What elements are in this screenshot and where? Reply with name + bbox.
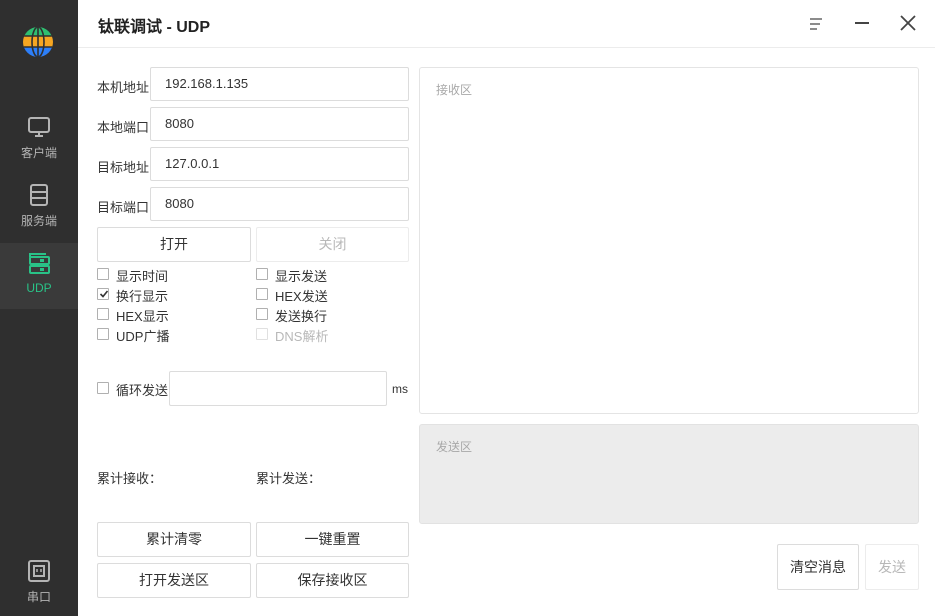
target-address-label: 目标地址 xyxy=(97,160,150,175)
received-count-label: 累计接收： xyxy=(97,471,163,486)
checkbox-label: 发送换行 xyxy=(275,309,328,324)
save-receive-area-button[interactable]: 保存接收区 xyxy=(256,563,409,598)
monitor-icon xyxy=(28,117,50,137)
sent-count-label: 累计发送： xyxy=(256,471,322,486)
checkbox-box xyxy=(97,382,109,394)
checkbox-label: 循环发送 xyxy=(116,383,169,398)
checkbox-box xyxy=(256,288,268,300)
send-button[interactable]: 发送 xyxy=(865,544,919,590)
sidebar-item-server[interactable]: 服务端 xyxy=(0,182,78,248)
globe-logo-icon xyxy=(23,27,53,57)
checkmark-icon xyxy=(99,290,109,298)
one-key-reset-button[interactable]: 一键重置 xyxy=(256,522,409,557)
checkbox-label: UDP广播 xyxy=(116,329,170,344)
close-button[interactable]: 关闭 xyxy=(256,227,409,262)
udp-broadcast-checkbox[interactable]: UDP广播 xyxy=(97,326,237,344)
close-icon[interactable] xyxy=(896,12,920,36)
local-port-label: 本地端口 xyxy=(97,120,150,135)
checkbox-box xyxy=(97,268,109,280)
show-sent-checkbox[interactable]: 显示发送 xyxy=(256,266,396,284)
checkbox-box xyxy=(97,288,109,300)
sidebar-item-label: UDP xyxy=(26,281,52,295)
open-button[interactable]: 打开 xyxy=(97,227,251,262)
checkbox-box xyxy=(256,308,268,320)
checkbox-box xyxy=(256,268,268,280)
show-time-checkbox[interactable]: 显示时间 xyxy=(97,266,237,284)
local-port-input[interactable]: 8080 xyxy=(150,107,409,141)
target-port-label: 目标端口 xyxy=(97,200,150,215)
send-area[interactable]: 发送区 xyxy=(419,424,919,524)
receive-area[interactable]: 接收区 xyxy=(419,67,919,414)
checkbox-box xyxy=(97,308,109,320)
udp-icon xyxy=(29,253,50,274)
hex-send-checkbox[interactable]: HEX发送 xyxy=(256,286,396,304)
loop-interval-unit: ms xyxy=(392,382,408,396)
loop-send-checkbox[interactable]: 循环发送 xyxy=(97,380,169,398)
open-send-area-button[interactable]: 打开发送区 xyxy=(97,563,251,598)
sidebar-item-label: 客户端 xyxy=(20,146,57,160)
sidebar-item-client[interactable]: 客户端 xyxy=(0,114,78,180)
checkbox-label: HEX显示 xyxy=(116,309,169,324)
sidebar: 客户端 服务端 UDP 串口 xyxy=(0,0,78,616)
checkbox-label: DNS解析 xyxy=(275,329,329,344)
target-address-input[interactable]: 127.0.0.1 xyxy=(150,147,409,181)
loop-interval-input[interactable] xyxy=(169,371,387,406)
sidebar-item-serial[interactable]: 串口 xyxy=(0,558,78,616)
send-newline-checkbox[interactable]: 发送换行 xyxy=(256,306,396,324)
sidebar-item-udp[interactable]: UDP xyxy=(0,243,78,309)
receive-area-placeholder: 接收区 xyxy=(436,83,473,97)
minimize-icon[interactable] xyxy=(850,12,874,36)
local-address-label: 本机地址 xyxy=(97,80,150,95)
clear-messages-button[interactable]: 清空消息 xyxy=(777,544,859,590)
line-break-display-checkbox[interactable]: 换行显示 xyxy=(97,286,237,304)
title-bar: 钛联调试 - UDP xyxy=(78,0,935,48)
checkbox-label: HEX发送 xyxy=(275,289,328,304)
sidebar-item-label: 服务端 xyxy=(20,214,57,228)
target-port-input[interactable]: 8080 xyxy=(150,187,409,221)
send-area-placeholder: 发送区 xyxy=(436,440,473,454)
local-address-input[interactable]: 192.168.1.135 xyxy=(150,67,409,101)
dns-resolve-checkbox: DNS解析 xyxy=(256,326,396,344)
app-title: 钛联调试 - UDP xyxy=(98,19,211,36)
menu-icon[interactable] xyxy=(804,12,828,36)
reset-counters-button[interactable]: 累计清零 xyxy=(97,522,251,557)
checkbox-label: 换行显示 xyxy=(116,289,169,304)
checkbox-box xyxy=(97,328,109,340)
sidebar-item-label: 串口 xyxy=(26,590,51,604)
checkbox-box xyxy=(256,328,268,340)
hex-display-checkbox[interactable]: HEX显示 xyxy=(97,306,237,324)
server-icon xyxy=(30,184,48,206)
serial-port-icon xyxy=(28,560,50,582)
checkbox-label: 显示时间 xyxy=(116,269,169,284)
checkbox-label: 显示发送 xyxy=(275,269,328,284)
